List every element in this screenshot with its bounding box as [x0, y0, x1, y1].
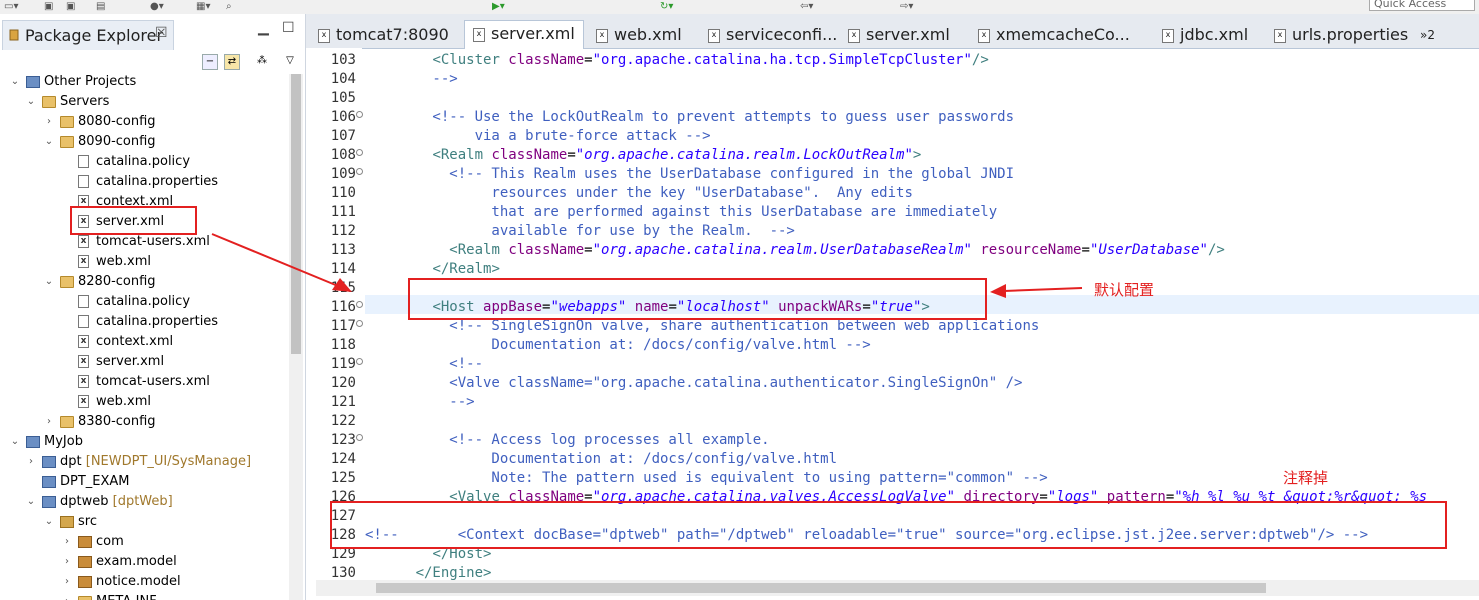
arrow-to-host-line — [211, 233, 339, 287]
arrow-head-2 — [990, 284, 1006, 298]
arrow-default-config — [1003, 287, 1083, 292]
comment-out-note: 注释掉 — [1283, 469, 1329, 487]
host-default-config-box — [408, 278, 987, 320]
default-config-note: 默认配置 — [1094, 281, 1155, 299]
commented-context-box — [330, 501, 1447, 549]
